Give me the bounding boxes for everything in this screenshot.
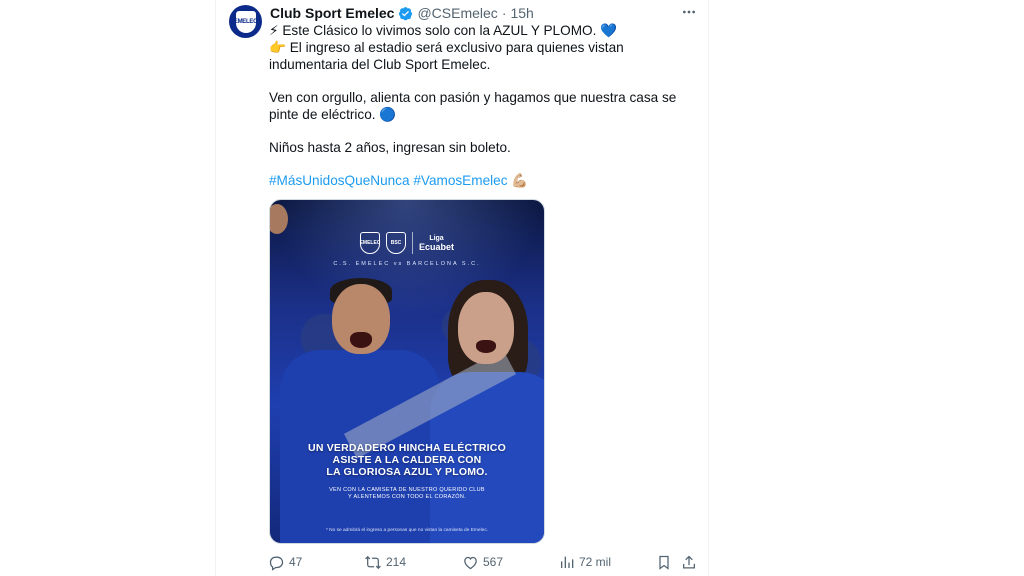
views-button[interactable]: 72 mil xyxy=(559,553,611,571)
headline-line-3: LA GLORIOSA AZUL Y PLOMO. xyxy=(326,466,488,478)
fan-woman-face xyxy=(458,292,514,364)
avatar[interactable]: EMELEC xyxy=(229,5,262,38)
flexed-biceps-emoji: 💪🏼 xyxy=(511,173,529,188)
author-name[interactable]: Club Sport Emelec xyxy=(270,5,394,21)
tweet-text: ⚡ Este Clásico lo vivimos solo con la AZ… xyxy=(269,22,701,189)
bookmark-button[interactable] xyxy=(656,553,672,571)
blue-circle-emoji: 🔵 xyxy=(379,107,397,122)
pointing-hand-emoji: 👉 xyxy=(269,40,286,55)
verified-badge-icon xyxy=(398,6,413,21)
media-disclaimer: * No se admitirá el ingreso a personas q… xyxy=(325,528,489,533)
tweet-hashtags: #MásUnidosQueNunca #VamosEmelec 💪🏼 xyxy=(269,172,701,189)
tweet-actions: 47 214 567 72 mil xyxy=(268,553,700,571)
share-button[interactable] xyxy=(681,553,697,571)
more-options-icon[interactable] xyxy=(680,4,698,22)
tweet-line-3: Ven con orgullo, alienta con pasión y ha… xyxy=(269,90,677,122)
headline-line-1: UN VERDADERO HINCHA ELÉCTRICO xyxy=(308,442,506,454)
match-line: C.S. EMELEC vs BARCELONA S.C. xyxy=(333,261,481,267)
views-chart-icon xyxy=(559,554,575,570)
repost-icon xyxy=(364,554,382,571)
headline-line-2: ASISTE A LA CALDERA CON xyxy=(332,454,482,466)
reply-button[interactable]: 47 xyxy=(268,553,302,571)
meta-separator: · xyxy=(501,5,507,21)
reply-icon xyxy=(268,554,285,571)
repost-button[interactable]: 214 xyxy=(364,553,406,571)
like-button[interactable]: 567 xyxy=(462,553,503,571)
liga-ecuabet-logo: Liga Ecuabet xyxy=(419,235,455,252)
sponsor-logos: EMELEC BSC Liga Ecuabet xyxy=(360,232,454,254)
tweet-line-4: Niños hasta 2 años, ingresan sin boleto. xyxy=(269,140,511,155)
emelec-logo-icon: EMELEC xyxy=(360,232,380,254)
heart-icon xyxy=(462,554,479,571)
club-crest-icon: EMELEC xyxy=(234,10,257,33)
author-handle[interactable]: @CSEmelec xyxy=(417,5,497,21)
hashtag-links[interactable]: #MásUnidosQueNunca #VamosEmelec xyxy=(269,173,508,188)
tweet-header: Club Sport Emelec @CSEmelec · 15h xyxy=(270,4,534,22)
tweet-media-image[interactable]: EMELEC BSC Liga Ecuabet C.S. EMELEC vs B… xyxy=(269,199,545,544)
media-headline-block: UN VERDADERO HINCHA ELÉCTRICO ASISTE A L… xyxy=(270,442,544,501)
lightning-emoji: ⚡ xyxy=(269,23,279,38)
media-subtext: VEN CON LA CAMISETA DE NUESTRO QUERIDO C… xyxy=(329,487,485,500)
blue-heart-emoji: 💙 xyxy=(600,23,618,38)
share-icon xyxy=(681,554,697,571)
tweet-time[interactable]: 15h xyxy=(510,5,533,21)
bookmark-icon xyxy=(656,554,672,571)
tweet-line-2: 👉 El ingreso al estadio será exclusivo p… xyxy=(269,40,624,72)
tweet-line-1: ⚡ Este Clásico lo vivimos solo con la AZ… xyxy=(269,23,618,38)
barcelona-logo-icon: BSC xyxy=(386,232,406,254)
